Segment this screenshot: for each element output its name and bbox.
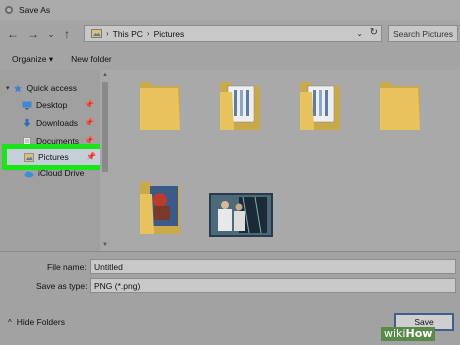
wikihow-watermark-logo: wikiHow	[381, 327, 436, 341]
sidebar-scrollbar[interactable]: ▲ ▼	[100, 70, 110, 251]
save-as-type-select[interactable]: PNG (*.png)	[90, 278, 456, 293]
expand-chevron-icon[interactable]: ▾	[6, 84, 10, 92]
save-fields: File name: Untitled Save as type: PNG (*…	[0, 251, 460, 303]
sidebar-item-pictures[interactable]: Pictures 📌	[24, 149, 100, 165]
address-row: ← → ⌄ ↑ › This PC › Pictures ⌄ ↻ Search …	[0, 20, 460, 48]
sidebar-item-label: Pictures	[38, 152, 69, 162]
sidebar-item-label: iCloud Drive	[38, 168, 85, 178]
scroll-thumb[interactable]	[102, 82, 108, 172]
photo-thumbnail[interactable]	[209, 193, 273, 237]
breadcrumb-separator: ›	[106, 29, 109, 38]
sidebar-item-label: Downloads	[36, 118, 79, 128]
app-icon	[5, 6, 13, 14]
hide-folders-label: Hide Folders	[16, 317, 65, 327]
sidebar-item-label: Quick access	[26, 83, 78, 93]
star-icon	[13, 83, 22, 92]
breadcrumb-pictures[interactable]: Pictures	[154, 29, 185, 39]
up-button[interactable]: ↑	[60, 27, 74, 41]
new-folder-button[interactable]: New folder	[71, 54, 112, 64]
window-title: Save As	[19, 5, 51, 15]
folder-icon[interactable]	[218, 78, 262, 134]
scroll-down-arrow[interactable]: ▼	[100, 240, 110, 250]
search-input[interactable]: Search Pictures	[388, 25, 458, 42]
organize-menu-button[interactable]: Organize ▾	[12, 54, 53, 65]
file-name-field[interactable]: Untitled	[90, 259, 456, 274]
pictures-icon	[24, 152, 34, 162]
file-list-area	[110, 70, 460, 251]
sidebar-item-quick-access[interactable]: ▾ Quick access	[6, 80, 106, 96]
save-as-type-label: Save as type:	[36, 281, 88, 291]
folder-icon[interactable]	[138, 178, 182, 238]
desktop-icon	[22, 101, 32, 109]
breadcrumb-this-pc[interactable]: This PC	[113, 29, 143, 39]
pin-icon[interactable]: 📌	[84, 118, 94, 127]
folder-icon[interactable]	[378, 78, 422, 134]
sidebar-item-label: Desktop	[36, 100, 68, 110]
toolbar: Organize ▾ New folder	[0, 48, 460, 70]
sidebar-item-downloads[interactable]: Downloads 📌	[22, 115, 100, 131]
pin-icon[interactable]: 📌	[84, 100, 94, 109]
icloud-icon	[24, 171, 34, 178]
folder-icon[interactable]	[138, 78, 182, 134]
address-dropdown-button[interactable]: ⌄	[356, 29, 363, 38]
recent-locations-button[interactable]: ⌄	[44, 27, 58, 41]
hide-folders-button[interactable]: ^ Hide Folders	[8, 317, 65, 327]
folder-icon[interactable]	[298, 78, 342, 134]
address-bar[interactable]: › This PC › Pictures ⌄ ↻	[84, 25, 382, 42]
chevron-up-icon: ^	[8, 317, 12, 327]
scroll-up-arrow[interactable]: ▲	[100, 70, 110, 80]
sidebar-item-desktop[interactable]: Desktop 📌	[22, 97, 100, 113]
back-button[interactable]: ←	[6, 27, 20, 41]
forward-button[interactable]: →	[26, 27, 40, 41]
pictures-location-icon	[91, 29, 102, 38]
sidebar-item-icloud-drive[interactable]: iCloud Drive	[24, 168, 100, 178]
pin-icon[interactable]: 📌	[86, 152, 96, 161]
breadcrumb-separator: ›	[146, 29, 150, 38]
refresh-button[interactable]: ↻	[370, 27, 378, 38]
downloads-icon	[23, 118, 31, 127]
file-name-label: File name:	[47, 262, 87, 272]
title-bar: Save As	[0, 0, 460, 20]
